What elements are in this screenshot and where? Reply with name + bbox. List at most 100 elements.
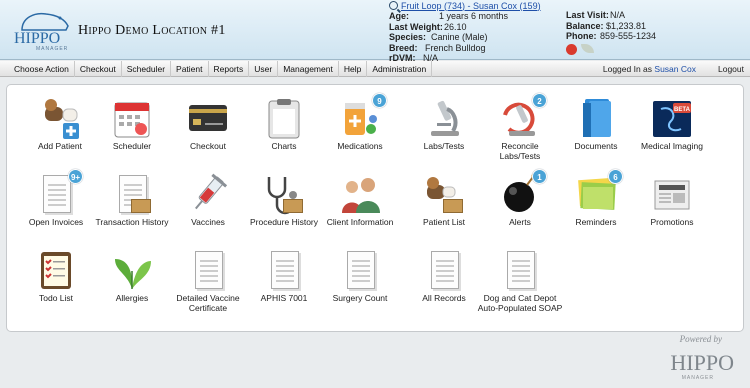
hippo-logo[interactable]: HIPPO MANAGER [14,8,72,52]
last-visit-label: Last Visit: [566,10,609,20]
tile-label: Client Information [326,217,394,227]
logged-in-status: Logged In as Susan Cox [603,61,696,77]
account-stats: Last Visit: N/A Balance: $1,233.81 Phone: 8… [566,10,746,55]
tile-label: Medications [337,141,383,151]
clipboard-icon [263,97,305,139]
patient-list-icon [423,173,465,215]
logo-subtitle: MANAGER [36,46,69,52]
tile-client-information[interactable]: Client Information [321,173,399,227]
people-icon [339,173,381,215]
phone-label: Phone: [566,31,597,41]
species-label: Species: [389,32,427,42]
tile-allergies[interactable]: Allergies [93,249,171,303]
report-icon [499,249,541,291]
menu-choose-action[interactable]: Choose Action [0,60,75,77]
tile-vaccines[interactable]: Vaccines [169,173,247,227]
logout-link[interactable]: Logout [718,61,744,77]
notification-badge: 1 [532,169,547,184]
tile-scheduler[interactable]: Scheduler [93,97,171,151]
tile-alerts[interactable]: 1 Alerts [481,169,559,227]
menu-checkout[interactable]: Checkout [75,60,122,77]
menu-help[interactable]: Help [339,60,368,77]
report-icon [423,249,465,291]
footer-subtitle: MANAGER [681,375,714,381]
powered-by-logo: Powered by HIPPO MANAGER [652,334,740,384]
notification-badge: 9+ [68,169,83,184]
balance-value: $1,233.81 [606,20,647,31]
menu-reports[interactable]: Reports [209,60,250,77]
report-icon [339,249,381,291]
invoice-icon: 9+ [35,169,83,215]
calendar-icon [111,97,153,139]
tile-label: Checkout [190,141,226,151]
patient-link-text[interactable]: Fruit Loop (734) - Susan Cox (159) [401,1,541,11]
tile-label: Add Patient [38,141,82,151]
tile-label: Medical Imaging [641,141,703,151]
credit-card-icon [187,97,229,139]
microscope-icon [423,97,465,139]
action-dashboard: Add Patient Scheduler Checkout Charts 9 … [6,84,744,332]
tile-procedure-history[interactable]: Procedure History [245,173,323,227]
tile-label: Detailed Vaccine Certificate [176,293,240,313]
tile-label: Charts [271,141,297,151]
tile-label: All Records [422,293,466,303]
tile-reconcile-labs-tests[interactable]: 2 Reconcile Labs/Tests [481,93,559,161]
tile-medications[interactable]: 9 Medications [321,93,399,151]
tile-label: Documents [574,141,618,151]
powered-by-text: Powered by [679,334,722,344]
last-visit-value: N/A [610,10,626,20]
menu-scheduler[interactable]: Scheduler [122,60,172,77]
menu-patient[interactable]: Patient [171,60,209,77]
syringe-icon [187,173,229,215]
tile-open-invoices[interactable]: 9+ Open Invoices [17,169,95,227]
tile-label: Alerts [509,217,531,227]
logged-in-user[interactable]: Susan Cox [654,64,696,74]
tile-dog-cat-depot-soap[interactable]: Dog and Cat Depot Auto-Populated SOAP [475,249,565,313]
tile-label: Allergies [115,293,149,303]
hippo-logo-icon [21,12,69,31]
bomb-icon: 1 [499,169,547,215]
leaves-icon [111,249,153,291]
menu-management[interactable]: Management [278,60,339,77]
folder-icon [575,97,617,139]
tile-checkout[interactable]: Checkout [169,97,247,151]
tile-medical-imaging[interactable]: BETA Medical Imaging [633,97,711,151]
location-title: Hippo Demo Location #1 [78,23,226,38]
tile-label: Procedure History [249,217,319,227]
tile-charts[interactable]: Charts [245,97,323,151]
menu-administration[interactable]: Administration [367,60,433,77]
tile-label: Todo List [38,293,74,303]
tile-reminders[interactable]: 6 Reminders [557,169,635,227]
tile-detailed-vaccine-certificate[interactable]: Detailed Vaccine Certificate [169,249,247,313]
tile-label: Surgery Count [332,293,388,303]
leaf-icon[interactable] [581,43,594,53]
medications-icon: 9 [339,93,387,139]
search-icon[interactable] [389,1,398,10]
apple-icon[interactable] [566,43,577,55]
breed-value: French Bulldog [425,42,486,53]
tile-label: Promotions [650,217,694,227]
breed-label: Breed: [389,42,418,53]
app-header: HIPPO MANAGER Hippo Demo Location #1 Fru… [0,0,750,63]
tile-transaction-history[interactable]: Transaction History [93,173,171,227]
age-label: Age: [389,11,409,21]
tile-patient-list[interactable]: Patient List [405,173,483,227]
tile-surgery-count[interactable]: Surgery Count [321,249,399,303]
tile-add-patient[interactable]: Add Patient [21,97,99,151]
tile-label: Transaction History [95,217,169,227]
weight-value: 26.10 [444,21,467,32]
todo-list-icon [35,249,77,291]
tile-label: Reconcile Labs/Tests [499,141,541,161]
patient-link[interactable]: Fruit Loop (734) - Susan Cox (159) [389,0,564,11]
tile-promotions[interactable]: Promotions [633,173,711,227]
tile-label: Reminders [575,217,617,227]
tile-all-records[interactable]: All Records [405,249,483,303]
tile-labs-tests[interactable]: Labs/Tests [405,97,483,151]
sticky-notes-icon: 6 [575,169,623,215]
menu-user[interactable]: User [249,60,279,77]
tile-todo-list[interactable]: Todo List [17,249,95,303]
species-value: Canine (Male) [431,32,488,42]
tile-aphis-7001[interactable]: APHIS 7001 [245,249,323,303]
newspaper-icon [651,173,693,215]
tile-documents[interactable]: Documents [557,97,635,151]
